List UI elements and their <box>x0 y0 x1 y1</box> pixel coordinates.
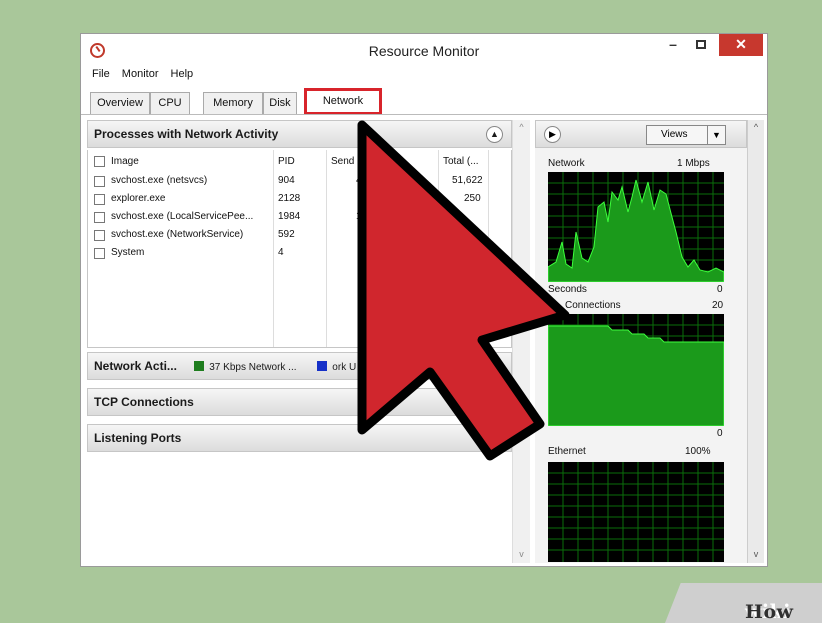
pointer-arrow-icon <box>357 120 570 461</box>
wikihow-watermark: wiki How <box>665 583 822 623</box>
watermark-how: How <box>745 601 794 623</box>
